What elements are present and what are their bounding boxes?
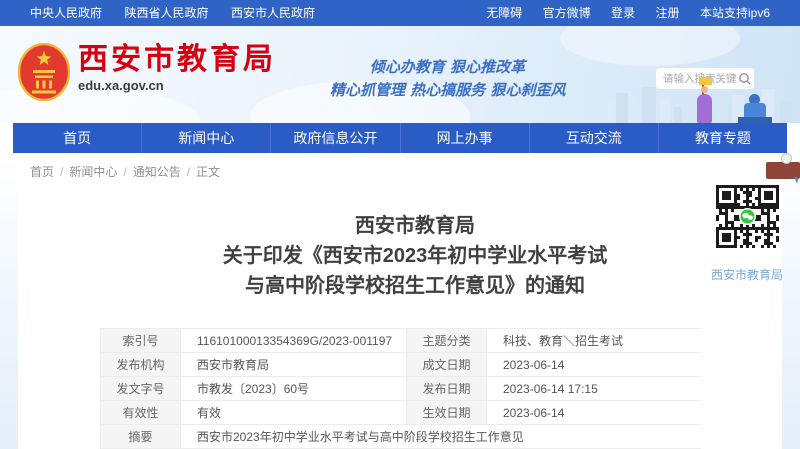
breadcrumb-separator: / — [60, 165, 63, 179]
site-logo[interactable]: 西安市教育局 edu.xa.gov.cn — [18, 43, 276, 106]
nav-item-home[interactable]: 首页 — [13, 123, 141, 153]
topbar-link-ipv6[interactable]: 本站支持ipv6 — [700, 6, 770, 20]
meta-label: 发布机构 — [101, 353, 181, 377]
meta-value: 有效 — [181, 401, 407, 425]
breadcrumb-notices[interactable]: 通知公告 — [133, 165, 181, 179]
meta-value: 2023-06-14 — [487, 353, 701, 377]
article-title-line-2: 关于印发《西安市2023年初中学业水平考试 — [100, 241, 730, 271]
topbar-link-shaanxi-gov[interactable]: 陕西省人民政府 — [124, 6, 208, 20]
topbar-right-links: 无障碍 官方微博 登录 注册 本站支持ipv6 — [470, 4, 770, 22]
nav-item-online-services[interactable]: 网上办事 — [400, 123, 529, 153]
widget-close-icon[interactable] — [781, 153, 792, 164]
nav-item-special-topics[interactable]: 教育专题 — [658, 123, 787, 153]
topbar-link-login[interactable]: 登录 — [611, 6, 635, 20]
slogan-line-1: 倾心办教育 狠心推改革 — [330, 56, 565, 79]
breadcrumb-news[interactable]: 新闻中心 — [69, 165, 117, 179]
qr-caption: 西安市教育局 — [711, 266, 783, 283]
header-banner: 西安市教育局 edu.xa.gov.cn 倾心办教育 狠心推改革 精心抓管理 热… — [0, 26, 800, 123]
banner-illustration — [590, 73, 800, 123]
meta-label: 发布日期 — [407, 377, 487, 401]
topbar-left-links: 中央人民政府 陕西省人民政府 西安市人民政府 — [30, 4, 333, 22]
meta-value: 西安市教育局 — [181, 353, 407, 377]
qr-code — [712, 181, 783, 252]
meta-label-summary: 摘要 — [101, 425, 181, 449]
slogan: 倾心办教育 狠心推改革 精心抓管理 热心搞服务 狠心刹歪风 — [330, 56, 565, 102]
qr-panel: 西安市教育局 — [711, 181, 783, 283]
cloud-decoration — [560, 26, 740, 66]
nav-item-gov-info[interactable]: 政府信息公开 — [270, 123, 399, 153]
main-nav: 首页 新闻中心 政府信息公开 网上办事 互动交流 教育专题 — [13, 123, 787, 153]
breadcrumb-home[interactable]: 首页 — [30, 165, 54, 179]
meta-value: 2023-06-14 — [487, 401, 701, 425]
nav-item-interaction[interactable]: 互动交流 — [529, 123, 658, 153]
nav-item-news[interactable]: 新闻中心 — [141, 123, 270, 153]
meta-value: 市教发〔2023〕60号 — [181, 377, 407, 401]
page: 中央人民政府 陕西省人民政府 西安市人民政府 无障碍 官方微博 登录 注册 本站… — [0, 0, 800, 449]
topbar-link-xian-gov[interactable]: 西安市人民政府 — [231, 6, 315, 20]
breadcrumb: 首页 / 新闻中心 / 通知公告 / 正文 — [30, 163, 220, 180]
topbar-link-register[interactable]: 注册 — [656, 6, 680, 20]
meta-label: 索引号 — [101, 329, 181, 353]
meta-label: 生效日期 — [407, 401, 487, 425]
meta-label: 有效性 — [101, 401, 181, 425]
meta-value: 科技、教育＼招生考试 — [487, 329, 701, 353]
topbar-link-central-gov[interactable]: 中央人民政府 — [30, 6, 102, 20]
meta-label: 主题分类 — [407, 329, 487, 353]
meta-value-summary: 西安市2023年初中学业水平考试与高中阶段学校招生工作意见 — [181, 425, 701, 449]
breadcrumb-separator: / — [187, 165, 190, 179]
breadcrumb-separator: / — [123, 165, 126, 179]
meta-value: 2023-06-14 17:15 — [487, 377, 701, 401]
meta-value: 11610100013354369G/2023-001197 — [181, 329, 407, 353]
topbar-link-accessibility[interactable]: 无障碍 — [486, 6, 522, 20]
breadcrumb-current: 正文 — [196, 165, 220, 179]
slogan-line-2: 精心抓管理 热心搞服务 狠心刹歪风 — [330, 79, 565, 102]
article-title-line-1: 西安市教育局 — [100, 211, 730, 241]
national-emblem-icon — [18, 43, 70, 106]
topbar-link-weibo[interactable]: 官方微博 — [543, 6, 591, 20]
article-title: 西安市教育局 关于印发《西安市2023年初中学业水平考试 与高中阶段学校招生工作… — [100, 211, 730, 301]
logo-text: 西安市教育局 edu.xa.gov.cn — [78, 43, 276, 93]
site-name: 西安市教育局 — [78, 43, 276, 77]
meta-label: 发文字号 — [101, 377, 181, 401]
topbar: 中央人民政府 陕西省人民政府 西安市人民政府 无障碍 官方微博 登录 注册 本站… — [0, 0, 800, 26]
article-title-line-3: 与高中阶段学校招生工作意见》的通知 — [100, 271, 730, 301]
meta-table: 索引号 11610100013354369G/2023-001197 主题分类 … — [100, 328, 700, 449]
site-url: edu.xa.gov.cn — [78, 78, 276, 93]
widget-arrow-icon — [792, 176, 798, 183]
meta-label: 成文日期 — [407, 353, 487, 377]
